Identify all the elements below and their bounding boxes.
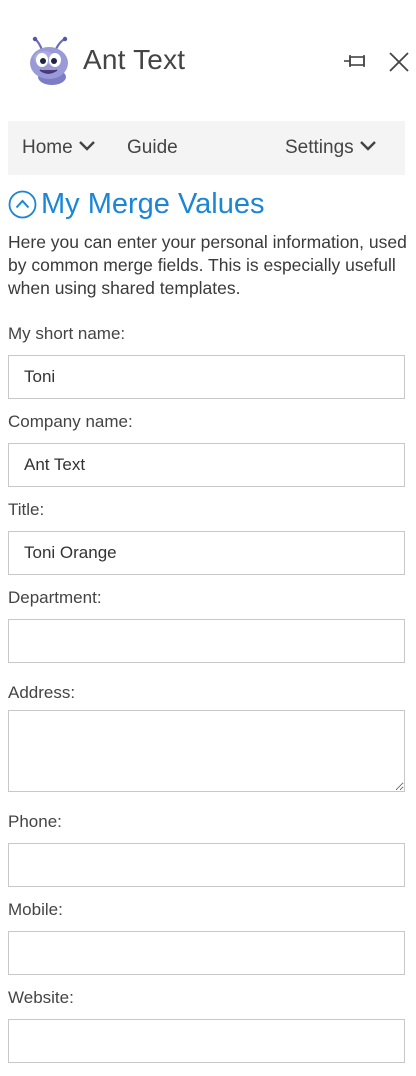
chevron-down-icon <box>78 141 95 152</box>
nav-home-menu[interactable]: Home <box>22 121 95 175</box>
mobile-input[interactable] <box>8 931 405 975</box>
pin-icon[interactable] <box>341 50 369 72</box>
department-input[interactable] <box>8 619 405 663</box>
section-intro-text: Here you can enter your personal informa… <box>8 232 407 298</box>
nav-bar: Home Guide Settings <box>8 121 405 175</box>
nav-settings-label: Settings <box>285 137 354 158</box>
title-input[interactable] <box>8 531 405 575</box>
phone-label: Phone: <box>8 812 62 831</box>
ant-mascot-icon <box>30 36 68 85</box>
task-pane-header: Ant Text <box>0 0 416 120</box>
phone-input[interactable] <box>8 843 405 887</box>
website-label: Website: <box>8 988 74 1007</box>
department-label: Department: <box>8 588 102 607</box>
website-input[interactable] <box>8 1019 405 1063</box>
company-name-input[interactable] <box>8 443 405 487</box>
nav-guide-label: Guide <box>127 137 178 158</box>
company-name-label: Company name: <box>8 412 133 431</box>
chevron-up-circle-icon <box>8 190 37 219</box>
app-title: Ant Text <box>83 44 186 75</box>
short-name-input[interactable] <box>8 355 405 399</box>
chevron-down-icon <box>359 141 376 152</box>
nav-settings-menu[interactable]: Settings <box>285 121 376 175</box>
address-label: Address: <box>8 683 76 702</box>
short-name-label: My short name: <box>8 324 126 343</box>
nav-guide-link[interactable]: Guide <box>127 121 178 175</box>
title-label: Title: <box>8 500 45 519</box>
mobile-label: Mobile: <box>8 900 63 919</box>
address-textarea[interactable] <box>8 710 405 792</box>
section-title: My Merge Values <box>41 188 265 220</box>
close-icon[interactable] <box>387 50 411 74</box>
nav-home-label: Home <box>22 137 73 158</box>
